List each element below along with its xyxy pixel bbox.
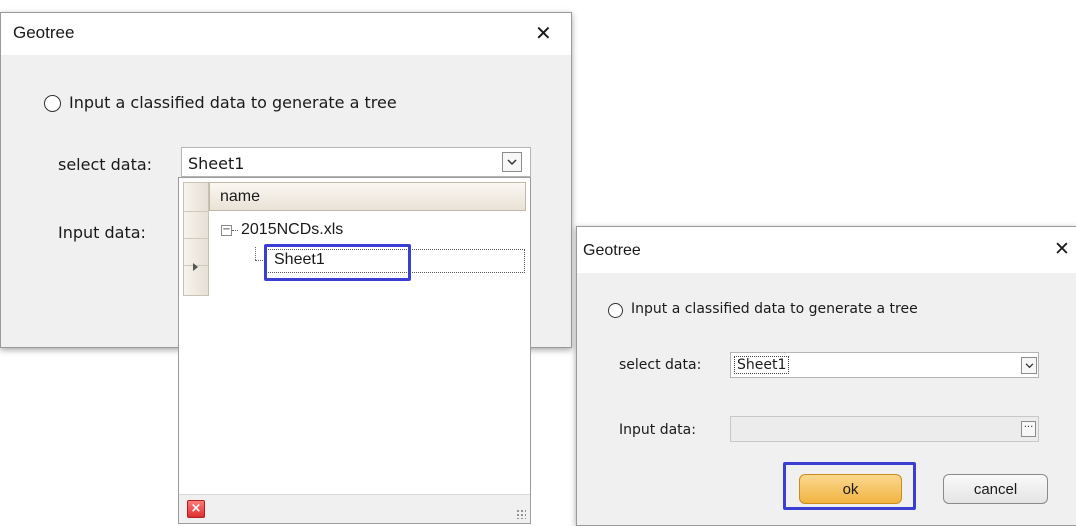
select-data-value: Sheet1 [188, 154, 245, 173]
close-icon[interactable]: ✕ [1054, 238, 1070, 260]
select-data-label: select data: [58, 155, 153, 174]
classified-data-radio[interactable] [608, 303, 623, 318]
chevron-down-icon [507, 158, 517, 165]
tree-item-file[interactable]: 2015NCDs.xls [241, 221, 343, 239]
current-row-arrow-icon [193, 263, 198, 271]
chevron-down-icon [1025, 362, 1033, 368]
dialog-title: Geotree [13, 23, 75, 42]
dropdown-button[interactable] [502, 152, 522, 172]
delete-icon[interactable]: × [187, 500, 205, 518]
title-bar: Geotree ✕ [577, 227, 1076, 273]
row-header-gutter [183, 182, 209, 296]
select-data-label: select data: [619, 357, 702, 373]
dropdown-popup: name − 2015NCDs.xls Sheet1 × [178, 177, 531, 524]
column-header-name[interactable]: name [209, 182, 526, 211]
classified-data-radio[interactable] [44, 95, 61, 112]
classified-data-radio-label: Input a classified data to generate a tr… [631, 301, 918, 317]
classified-data-radio-label: Input a classified data to generate a tr… [69, 93, 397, 112]
collapse-icon[interactable]: − [221, 225, 232, 236]
resize-grip-icon[interactable] [516, 509, 526, 519]
sheet1-highlight-box [264, 244, 411, 281]
title-bar: Geotree ✕ [1, 13, 571, 55]
select-data-combobox[interactable]: Sheet1 [730, 352, 1039, 378]
close-icon[interactable]: ✕ [535, 21, 552, 45]
cancel-button[interactable]: cancel [943, 474, 1048, 504]
dropdown-footer: × [179, 494, 530, 523]
dropdown-button[interactable] [1021, 357, 1037, 374]
input-data-field[interactable] [730, 416, 1039, 442]
input-data-label: Input data: [58, 223, 146, 242]
browse-ellipsis-button[interactable]: ··· [1021, 421, 1036, 437]
select-data-value: Sheet1 [734, 356, 790, 374]
select-data-combobox[interactable]: Sheet1 [181, 147, 531, 177]
dialog-title: Geotree [583, 242, 641, 259]
input-data-label: Input data: [619, 422, 696, 438]
ok-highlight-box [783, 462, 916, 510]
